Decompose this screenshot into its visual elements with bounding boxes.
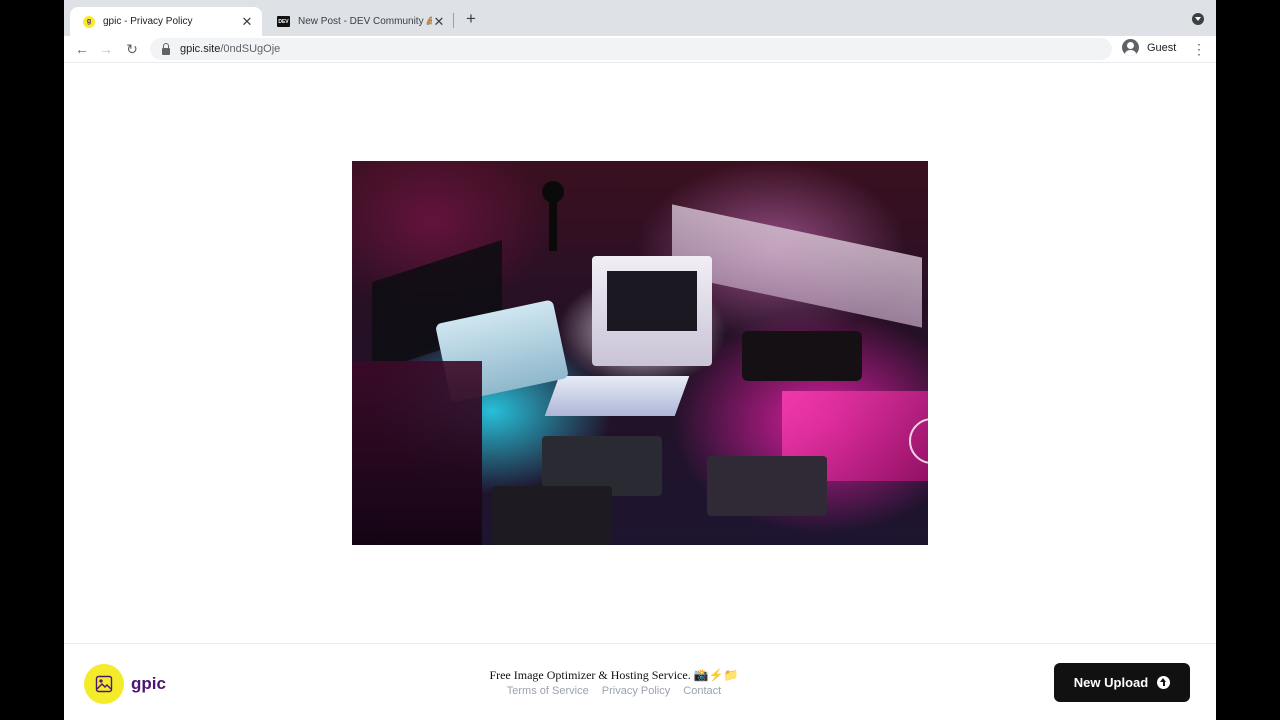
profile-button[interactable]: Guest bbox=[1122, 39, 1176, 56]
tab-gpic[interactable]: g gpic - Privacy Policy ✕ bbox=[70, 7, 262, 36]
tab-strip: g gpic - Privacy Policy ✕ DEV New Post -… bbox=[64, 0, 1216, 36]
gpic-favicon-icon: g bbox=[83, 15, 95, 28]
more-menu-icon[interactable]: ⋮ bbox=[1192, 40, 1206, 58]
joystick-shape bbox=[542, 181, 564, 203]
tab-title: gpic - Privacy Policy bbox=[103, 16, 193, 27]
upload-label: New Upload bbox=[1073, 675, 1149, 690]
lock-icon bbox=[162, 42, 170, 55]
browser-window: g gpic - Privacy Policy ✕ DEV New Post -… bbox=[64, 0, 1216, 720]
close-icon[interactable]: ✕ bbox=[240, 14, 254, 30]
profile-label: Guest bbox=[1147, 41, 1177, 54]
privacy-link[interactable]: Privacy Policy bbox=[602, 685, 670, 697]
tab-title: New Post - DEV Community 🙈 bbox=[298, 16, 432, 27]
site-footer: gpic Free Image Optimizer & Hosting Serv… bbox=[64, 643, 1216, 720]
reload-icon[interactable]: ↻ bbox=[122, 40, 142, 58]
terms-link[interactable]: Terms of Service bbox=[507, 685, 589, 697]
browser-toolbar: ← → ↻ gpic.site/0ndSUgOje Guest ⋮ bbox=[64, 36, 1216, 63]
screen-shape bbox=[607, 271, 697, 331]
new-upload-button[interactable]: New Upload bbox=[1054, 663, 1190, 702]
keyboard-shape bbox=[544, 376, 690, 416]
tab-search-icon[interactable] bbox=[1192, 13, 1204, 25]
address-bar[interactable]: gpic.site/0ndSUgOje bbox=[150, 38, 1112, 60]
page-content: ☝ bbox=[64, 63, 1216, 643]
tab-separator bbox=[453, 13, 454, 28]
new-tab-icon[interactable]: + bbox=[463, 8, 479, 30]
footer-links: Terms of Service Privacy Policy Contact bbox=[64, 685, 1164, 697]
tab-dev[interactable]: DEV New Post - DEV Community 🙈 ✕ bbox=[264, 7, 454, 36]
forward-icon[interactable]: → bbox=[96, 40, 116, 58]
url-text: gpic.site/0ndSUgOje bbox=[180, 43, 281, 55]
cassette-shape bbox=[707, 456, 827, 516]
contact-link[interactable]: Contact bbox=[683, 685, 721, 697]
back-icon[interactable]: ← bbox=[72, 40, 92, 58]
upload-arrow-icon bbox=[1157, 676, 1171, 689]
close-icon[interactable]: ✕ bbox=[432, 14, 446, 30]
avatar-icon bbox=[1122, 39, 1139, 56]
uploaded-image[interactable]: ☝ bbox=[352, 161, 928, 545]
foreground-shadow bbox=[352, 361, 482, 545]
tagline: Free Image Optimizer & Hosting Service. … bbox=[489, 668, 739, 682]
joystick-shape bbox=[549, 201, 557, 251]
dev-favicon-icon: DEV bbox=[277, 16, 290, 27]
device-shape bbox=[742, 331, 862, 381]
cassette-shape bbox=[492, 486, 612, 545]
